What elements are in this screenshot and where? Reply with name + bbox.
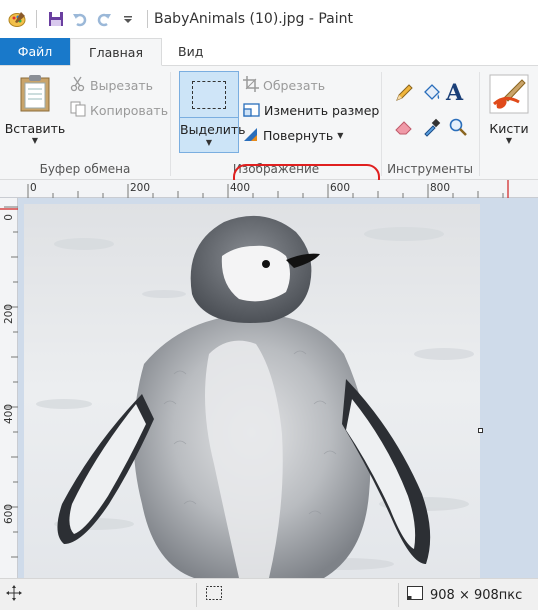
ruler-label: 400 xyxy=(230,182,251,194)
chevron-down-icon[interactable]: ▼ xyxy=(180,138,238,147)
save-icon[interactable] xyxy=(47,10,65,28)
brushes-button[interactable]: Кисти ▼ xyxy=(484,74,534,145)
resize-icon xyxy=(243,101,260,120)
rotate-label: Повернуть xyxy=(263,127,334,143)
chevron-down-icon[interactable]: ▼ xyxy=(506,136,512,145)
ruler-label: 0 xyxy=(3,214,15,221)
chevron-down-icon[interactable]: ▼ xyxy=(337,131,343,140)
redo-icon[interactable] xyxy=(95,10,113,28)
ruler-label: 200 xyxy=(130,182,151,194)
resize-label: Изменить размер xyxy=(264,102,380,118)
separator xyxy=(196,583,197,607)
copy-icon xyxy=(70,101,86,120)
image-dimensions: 908 × 908пкс xyxy=(430,587,523,603)
title-bar: BabyAnimals (10).jpg - Paint xyxy=(0,0,538,38)
ruler-label: 600 xyxy=(3,504,15,525)
canvas-workspace xyxy=(18,198,538,578)
undo-icon[interactable] xyxy=(71,10,89,28)
clipboard-group: Вставить ▼ Вырезать Копировать Буфер обм… xyxy=(0,66,170,180)
ribbon-tabs: Файл Главная Вид xyxy=(0,38,538,66)
select-label: Выделить xyxy=(180,122,246,137)
tab-file[interactable]: Файл xyxy=(0,38,70,65)
resize-handle[interactable] xyxy=(478,428,483,433)
copy-label: Копировать xyxy=(90,102,169,118)
paste-button[interactable]: Вставить ▼ xyxy=(4,74,66,145)
scissors-icon xyxy=(70,76,86,95)
separator xyxy=(398,583,399,607)
paste-icon xyxy=(18,74,52,115)
separator xyxy=(36,10,37,28)
tab-home[interactable]: Главная xyxy=(70,38,162,66)
ribbon: Вставить ▼ Вырезать Копировать Буфер обм… xyxy=(0,66,538,192)
magnifier-icon[interactable] xyxy=(448,117,468,140)
horizontal-ruler: 0 200 400 600 800 xyxy=(0,180,538,198)
rotate-icon xyxy=(243,126,259,145)
crop-button[interactable]: Обрезать xyxy=(243,74,325,96)
image-size-icon xyxy=(406,585,424,605)
eraser-icon[interactable] xyxy=(394,117,414,140)
crop-icon xyxy=(243,75,259,95)
ruler-label: 0 xyxy=(30,182,37,194)
select-button[interactable]: Выделить ▼ xyxy=(179,71,246,153)
cut-button[interactable]: Вырезать xyxy=(70,74,153,96)
cut-label: Вырезать xyxy=(90,77,154,93)
ruler-label: 200 xyxy=(3,304,15,325)
color-picker-icon[interactable] xyxy=(422,117,442,140)
customize-arrow-icon[interactable] xyxy=(119,10,137,28)
tab-view[interactable]: Вид xyxy=(162,38,219,65)
group-separator xyxy=(479,72,480,176)
pencil-icon[interactable] xyxy=(394,83,414,106)
fill-icon[interactable] xyxy=(422,83,442,106)
ruler-label: 800 xyxy=(430,182,451,194)
penguin-photo xyxy=(24,204,480,578)
separator xyxy=(147,10,148,28)
status-bar: 908 × 908пкс xyxy=(0,578,538,610)
tools-group-label: Инструменты xyxy=(387,162,473,176)
brushes-label: Кисти xyxy=(489,121,529,136)
chevron-down-icon[interactable]: ▼ xyxy=(32,136,38,145)
quick-access-toolbar xyxy=(0,0,152,38)
ruler-label: 400 xyxy=(3,404,15,425)
paste-label: Вставить xyxy=(4,121,66,136)
cursor-position xyxy=(6,579,22,610)
tools-group: A Инструменты xyxy=(382,66,478,180)
window-title: BabyAnimals (10).jpg - Paint xyxy=(154,11,353,27)
clipboard-group-label: Буфер обмена xyxy=(39,162,131,176)
text-icon[interactable]: A xyxy=(446,80,463,106)
vertical-ruler: 0 200 400 600 xyxy=(0,198,18,578)
resize-button[interactable]: Изменить размер xyxy=(243,99,379,121)
ruler-label: 600 xyxy=(330,182,351,194)
selection-size xyxy=(205,579,223,610)
image-size: 908 × 908пкс xyxy=(406,579,522,610)
move-cursor-icon xyxy=(6,585,22,605)
crop-label: Обрезать xyxy=(263,77,326,93)
rotate-button[interactable]: Повернуть ▼ xyxy=(243,124,343,146)
selection-icon xyxy=(205,585,223,605)
ruler-ticks xyxy=(27,180,509,198)
canvas-image[interactable] xyxy=(24,204,480,578)
select-rectangle-icon xyxy=(180,72,238,118)
brush-icon xyxy=(489,74,529,117)
paint-app-icon[interactable] xyxy=(8,10,26,28)
copy-button[interactable]: Копировать xyxy=(70,99,168,121)
paint-window: { "window": { "title": "BabyAnimals (10)… xyxy=(0,0,538,610)
